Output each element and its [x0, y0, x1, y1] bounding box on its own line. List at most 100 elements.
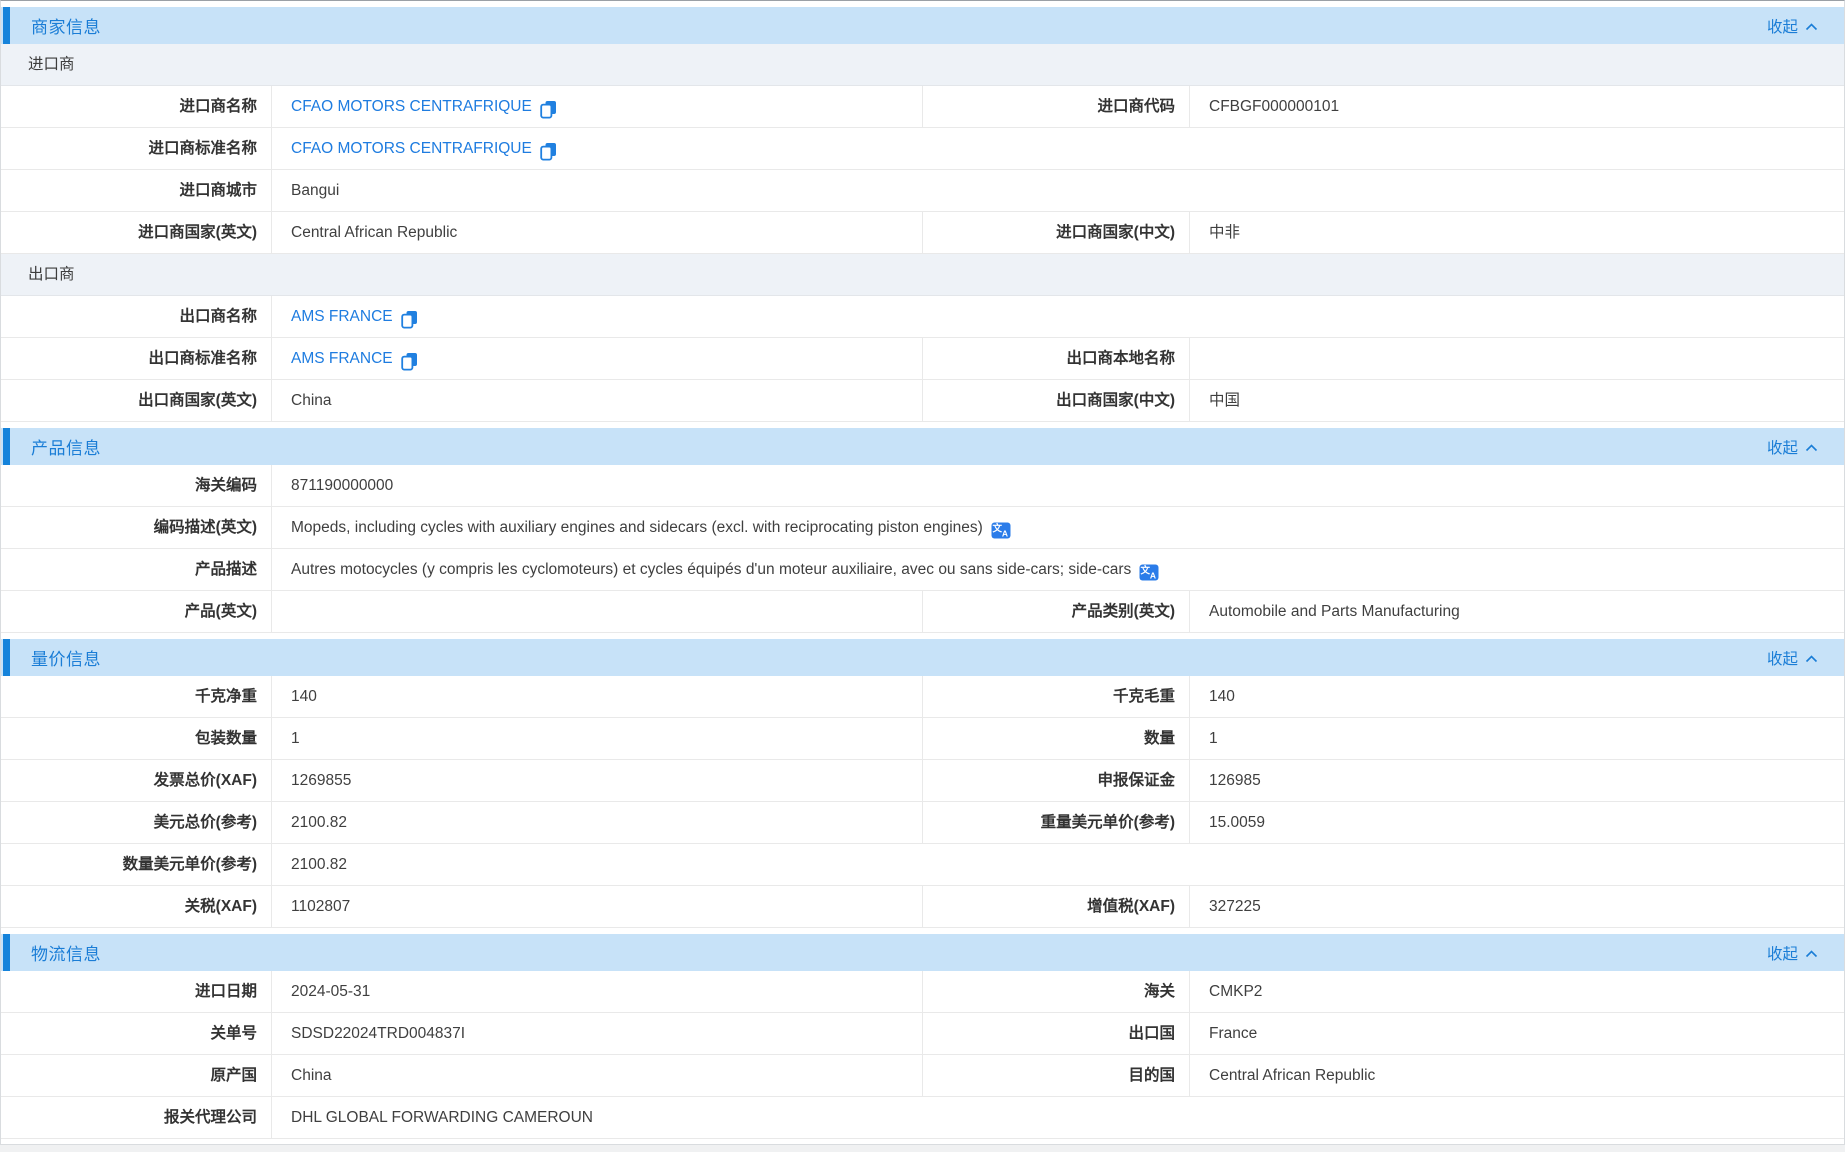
- field-label: 海关: [923, 971, 1190, 1012]
- value-text: Automobile and Parts Manufacturing: [1209, 603, 1460, 620]
- table-row: 关税(XAF) 1102807 增值税(XAF) 327225: [1, 886, 1844, 928]
- table-row: 出口商标准名称AMS FRANCE出口商本地名称: [1, 338, 1844, 380]
- field-value: Central African Republic: [272, 212, 923, 253]
- value-text: 2100.82: [291, 856, 347, 873]
- field-value: Mopeds, including cycles with auxiliary …: [272, 507, 1844, 548]
- field-value: CFBGF000000101: [1190, 86, 1844, 127]
- field-value: 2100.82: [272, 802, 923, 843]
- field-value: France: [1190, 1013, 1844, 1054]
- chevron-up-icon: [1805, 21, 1818, 31]
- section-product-info: 产品信息 收起海关编码871190000000编码描述(英文)Mopeds, in…: [1, 428, 1844, 633]
- copy-icon[interactable]: [401, 310, 418, 329]
- value-text: Mopeds, including cycles with auxiliary …: [291, 519, 983, 536]
- field-value: CFAO MOTORS CENTRAFRIQUE: [272, 128, 1844, 169]
- field-label: 产品(英文): [1, 591, 272, 632]
- collapse-button[interactable]: 收起: [1767, 436, 1844, 458]
- collapse-label: 收起: [1767, 15, 1798, 37]
- chevron-up-icon: [1805, 442, 1818, 452]
- field-label: 重量美元单价(参考): [923, 802, 1190, 843]
- company-link[interactable]: AMS FRANCE: [291, 308, 393, 325]
- field-label: 出口商国家(中文): [923, 380, 1190, 421]
- field-label: 出口商国家(英文): [1, 380, 272, 421]
- quantity-price-info-header: 量价信息 收起: [1, 639, 1844, 676]
- table-row: 出口商国家(英文)China出口商国家(中文)中国: [1, 380, 1844, 422]
- company-link[interactable]: AMS FRANCE: [291, 350, 393, 367]
- value-text: 1269855: [291, 772, 351, 789]
- table-row: 产品描述Autres motocycles (y compris les cyc…: [1, 549, 1844, 591]
- table-row: 产品(英文) 产品类别(英文) Automobile and Parts Manuf…: [1, 591, 1844, 633]
- translate-icon[interactable]: 文A: [991, 522, 1011, 539]
- field-value: 126985: [1190, 760, 1844, 801]
- table-row: 进口日期 2024-05-31 海关CMKP2: [1, 971, 1844, 1013]
- copy-icon[interactable]: [401, 352, 418, 371]
- collapse-button[interactable]: 收起: [1767, 942, 1844, 964]
- field-label: 产品描述: [1, 549, 272, 590]
- svg-text:文: 文: [991, 523, 1002, 535]
- field-label: 海关编码: [1, 465, 272, 506]
- table-row: 关单号SDSD22024TRD004837I出口国 France: [1, 1013, 1844, 1055]
- table-row: 发票总价(XAF)1269855申报保证金126985: [1, 760, 1844, 802]
- value-text: 1102807: [291, 898, 350, 915]
- value-text: 140: [1209, 688, 1235, 705]
- field-label: 报关代理公司: [1, 1097, 272, 1138]
- field-value: 327225: [1190, 886, 1844, 927]
- collapse-label: 收起: [1767, 647, 1798, 669]
- value-text: Central African Republic: [1209, 1067, 1375, 1084]
- table-row: 报关代理公司DHL GLOBAL FORWARDING CAMEROUN: [1, 1097, 1844, 1139]
- field-value: Automobile and Parts Manufacturing: [1190, 591, 1844, 632]
- collapse-label: 收起: [1767, 942, 1798, 964]
- field-label: 增值税(XAF): [923, 886, 1190, 927]
- value-text: 1: [1209, 730, 1218, 747]
- svg-text:A: A: [1150, 571, 1156, 581]
- field-value: AMS FRANCE: [272, 296, 1844, 337]
- field-value: 中国: [1190, 380, 1844, 421]
- company-link[interactable]: CFAO MOTORS CENTRAFRIQUE: [291, 140, 532, 157]
- table-row: 包装数量1数量1: [1, 718, 1844, 760]
- field-label: 关税(XAF): [1, 886, 272, 927]
- field-label: 产品类别(英文): [923, 591, 1190, 632]
- table-row: 海关编码871190000000: [1, 465, 1844, 507]
- table-row: 数量美元单价(参考) 2100.82: [1, 844, 1844, 886]
- collapse-button[interactable]: 收起: [1767, 15, 1844, 37]
- field-label: 数量美元单价(参考): [1, 844, 272, 885]
- value-text: 2100.82: [291, 814, 347, 831]
- field-value: 1: [272, 718, 923, 759]
- field-value: CMKP2: [1190, 971, 1844, 1012]
- value-text: 327225: [1209, 898, 1261, 915]
- svg-text:文: 文: [1140, 565, 1151, 577]
- section-accent-bar: [3, 428, 10, 465]
- field-label: 进口日期: [1, 971, 272, 1012]
- field-label: 数量: [923, 718, 1190, 759]
- section-title: 产品信息: [31, 434, 101, 459]
- field-label: 发票总价(XAF): [1, 760, 272, 801]
- value-text: China: [291, 1067, 332, 1084]
- field-label: 出口国: [923, 1013, 1190, 1054]
- field-label: 出口商标准名称: [1, 338, 272, 379]
- field-value: SDSD22024TRD004837I: [272, 1013, 923, 1054]
- field-value: Bangui: [272, 170, 1844, 211]
- value-text: 2024-05-31: [291, 983, 370, 1000]
- field-value: Autres motocycles (y compris les cyclomo…: [272, 549, 1844, 590]
- field-label: 目的国: [923, 1055, 1190, 1096]
- section-title: 量价信息: [31, 645, 101, 670]
- logistics-info-header: 物流信息收起: [1, 934, 1844, 971]
- table-row: 进口商国家(英文)Central African Republic进口商国家(中…: [1, 212, 1844, 254]
- table-row: 编码描述(英文)Mopeds, including cycles with au…: [1, 507, 1844, 549]
- field-value: 2024-05-31: [272, 971, 923, 1012]
- chevron-up-icon: [1805, 653, 1818, 663]
- company-link[interactable]: CFAO MOTORS CENTRAFRIQUE: [291, 98, 532, 115]
- field-label: 关单号: [1, 1013, 272, 1054]
- collapse-button[interactable]: 收起: [1767, 647, 1844, 669]
- value-text: Bangui: [291, 182, 339, 199]
- field-value: 140: [272, 676, 923, 717]
- field-value: AMS FRANCE: [272, 338, 923, 379]
- section-accent-bar: [3, 7, 10, 44]
- value-text: 140: [291, 688, 317, 705]
- value-text: France: [1209, 1025, 1257, 1042]
- table-row: 原产国China目的国Central African Republic: [1, 1055, 1844, 1097]
- copy-icon[interactable]: [540, 142, 557, 161]
- value-text: Central African Republic: [291, 224, 457, 241]
- translate-icon[interactable]: 文A: [1139, 564, 1159, 581]
- field-value: 15.0059: [1190, 802, 1844, 843]
- copy-icon[interactable]: [540, 100, 557, 119]
